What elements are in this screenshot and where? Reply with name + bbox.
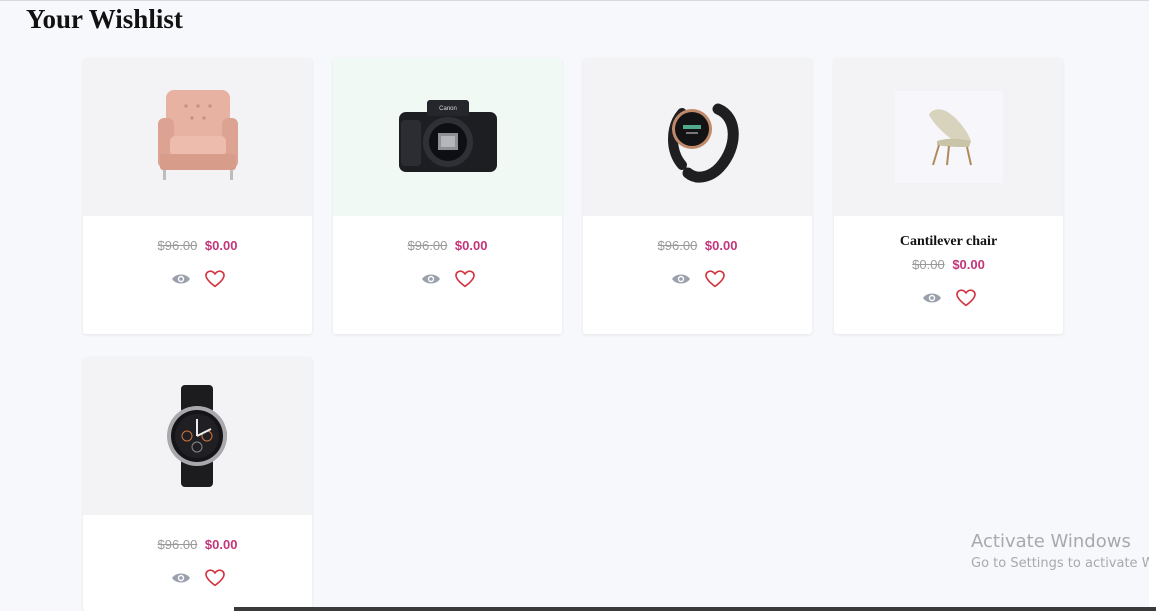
sale-price: $0.00 (204, 537, 238, 552)
eye-icon (421, 274, 440, 284)
wishlist-card[interactable]: $96.00 $0.00 (83, 58, 312, 334)
eye-icon (171, 573, 190, 583)
remove-from-wishlist-button[interactable] (703, 267, 727, 291)
quick-view-button[interactable] (920, 286, 944, 310)
quick-view-button[interactable] (169, 267, 193, 291)
quick-view-button[interactable] (669, 267, 693, 291)
remove-from-wishlist-button[interactable] (203, 267, 227, 291)
old-price: $96.00 (407, 238, 448, 253)
sale-price: $0.00 (454, 238, 488, 253)
heart-icon (454, 270, 475, 288)
product-image[interactable]: Canon (333, 58, 562, 216)
sale-price: $0.00 (704, 238, 738, 253)
camera-image: Canon (398, 100, 497, 172)
product-image[interactable] (834, 58, 1063, 216)
quick-view-button[interactable] (169, 566, 193, 590)
sale-price: $0.00 (952, 257, 985, 272)
heart-icon (204, 569, 225, 587)
price-row: $96.00 $0.00 (333, 238, 562, 253)
old-price: $96.00 (157, 537, 198, 552)
wishlist-card[interactable]: Cantilever chair $0.00 $0.00 (834, 58, 1063, 334)
heart-icon (704, 270, 725, 288)
old-price: $96.00 (157, 238, 198, 253)
product-name[interactable]: Cantilever chair (834, 234, 1063, 250)
taskbar-edge (234, 607, 1156, 611)
fitness-band-image (667, 103, 739, 183)
eye-icon (171, 274, 190, 284)
remove-from-wishlist-button[interactable] (954, 286, 978, 310)
lounge-chair-image (928, 109, 972, 166)
remove-from-wishlist-button[interactable] (453, 267, 477, 291)
price-row: $0.00 $0.00 (834, 257, 1063, 272)
old-price: $0.00 (912, 257, 945, 272)
page-title: Your Wishlist (26, 4, 183, 34)
heart-icon (955, 289, 976, 307)
wishlist-card[interactable]: Canon $96.00 $0.00 (333, 58, 562, 334)
svg-text:Canon: Canon (439, 106, 457, 112)
wishlist-card[interactable]: $96.00 $0.00 (83, 357, 312, 611)
quick-view-button[interactable] (419, 267, 443, 291)
sale-price: $0.00 (204, 238, 238, 253)
product-image[interactable] (583, 58, 812, 216)
eye-icon (922, 293, 941, 303)
product-image[interactable] (83, 357, 312, 515)
old-price: $96.00 (657, 238, 698, 253)
price-row: $96.00 $0.00 (83, 238, 312, 253)
top-border (0, 0, 1156, 1)
product-image[interactable] (83, 58, 312, 216)
armchair-image (157, 90, 238, 180)
eye-icon (671, 274, 690, 284)
price-row: $96.00 $0.00 (83, 537, 312, 552)
remove-from-wishlist-button[interactable] (203, 566, 227, 590)
activate-windows-watermark: Activate Windows Go to Settings to activ… (971, 531, 1156, 571)
watermark-subtitle: Go to Settings to activate Windows. (971, 556, 1156, 571)
scrollbar-track[interactable] (1149, 0, 1156, 611)
heart-icon (204, 270, 225, 288)
smartwatch-image (166, 385, 227, 487)
wishlist-card[interactable]: $96.00 $0.00 (583, 58, 812, 334)
watermark-title: Activate Windows (971, 531, 1131, 552)
price-row: $96.00 $0.00 (583, 238, 812, 253)
